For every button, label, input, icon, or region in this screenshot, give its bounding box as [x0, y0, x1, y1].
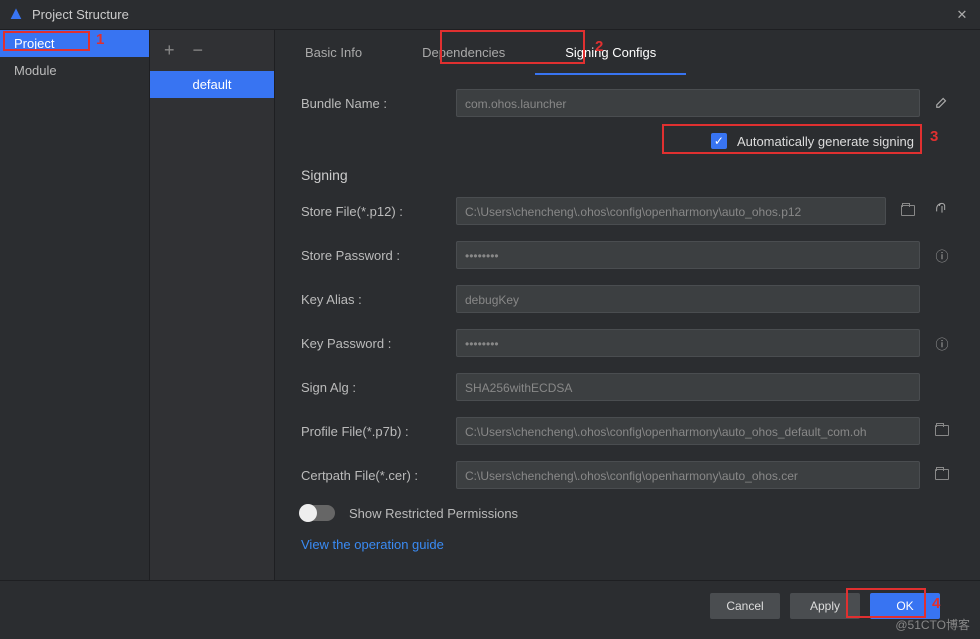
main-area: Project Module + − default Basic Info De… — [0, 30, 980, 580]
sidebar-item-project[interactable]: Project — [0, 30, 149, 57]
signing-section-title: Signing — [301, 167, 954, 183]
left-sidebar: Project Module — [0, 30, 150, 580]
key-password-label: Key Password : — [301, 336, 456, 351]
browse-folder-icon[interactable] — [896, 204, 920, 219]
bundle-name-input[interactable]: com.ohos.launcher — [456, 89, 920, 117]
auto-sign-label: Automatically generate signing — [737, 134, 914, 149]
tab-bar: Basic Info Dependencies Signing Configs — [275, 30, 980, 75]
config-item-default[interactable]: default — [150, 71, 274, 98]
profile-file-input[interactable]: C:\Users\chencheng\.ohos\config\openharm… — [456, 417, 920, 445]
bundle-name-label: Bundle Name : — [301, 96, 456, 111]
apply-button[interactable]: Apply — [790, 593, 860, 619]
sidebar-item-module[interactable]: Module — [0, 57, 149, 84]
profile-file-label: Profile File(*.p7b) : — [301, 424, 456, 439]
edit-icon[interactable] — [930, 95, 954, 112]
app-logo-icon — [8, 7, 24, 23]
restricted-label: Show Restricted Permissions — [349, 506, 518, 521]
cancel-button[interactable]: Cancel — [710, 593, 780, 619]
ok-button[interactable]: OK — [870, 593, 940, 619]
help-icon[interactable]: ⓘ — [930, 334, 954, 353]
store-password-input[interactable]: •••••••• — [456, 241, 920, 269]
browse-folder-icon[interactable] — [930, 424, 954, 439]
auto-sign-checkbox[interactable]: ✓ — [711, 133, 727, 149]
store-password-label: Store Password : — [301, 248, 456, 263]
certpath-file-label: Certpath File(*.cer) : — [301, 468, 456, 483]
close-icon[interactable]: ✕ — [952, 7, 972, 23]
tab-basic-info[interactable]: Basic Info — [275, 30, 392, 75]
store-file-input[interactable]: C:\Users\chencheng\.ohos\config\openharm… — [456, 197, 886, 225]
help-icon[interactable]: ⓘ — [930, 246, 954, 265]
browse-folder-icon[interactable] — [930, 468, 954, 483]
fingerprint-icon[interactable] — [930, 202, 954, 221]
config-list-panel: + − default — [150, 30, 275, 580]
sign-alg-label: Sign Alg : — [301, 380, 456, 395]
restricted-toggle[interactable] — [301, 505, 335, 521]
content-panel: Basic Info Dependencies Signing Configs … — [275, 30, 980, 580]
tab-signing-configs[interactable]: Signing Configs — [535, 30, 686, 75]
certpath-file-input[interactable]: C:\Users\chencheng\.ohos\config\openharm… — [456, 461, 920, 489]
signing-form: Bundle Name : com.ohos.launcher ✓ Automa… — [275, 75, 980, 580]
window-title: Project Structure — [32, 7, 952, 22]
sign-alg-input[interactable]: SHA256withECDSA — [456, 373, 920, 401]
key-alias-label: Key Alias : — [301, 292, 456, 307]
dialog-footer: Cancel Apply OK — [0, 580, 980, 630]
key-password-input[interactable]: •••••••• — [456, 329, 920, 357]
auto-sign-row: ✓ Automatically generate signing — [301, 133, 954, 149]
tab-dependencies[interactable]: Dependencies — [392, 30, 535, 75]
titlebar: Project Structure ✕ — [0, 0, 980, 30]
watermark: @51CTO博客 — [895, 616, 970, 633]
add-config-icon[interactable]: + — [164, 40, 175, 61]
operation-guide-link[interactable]: View the operation guide — [301, 537, 444, 552]
key-alias-input[interactable]: debugKey — [456, 285, 920, 313]
remove-config-icon[interactable]: − — [193, 40, 204, 61]
store-file-label: Store File(*.p12) : — [301, 204, 456, 219]
